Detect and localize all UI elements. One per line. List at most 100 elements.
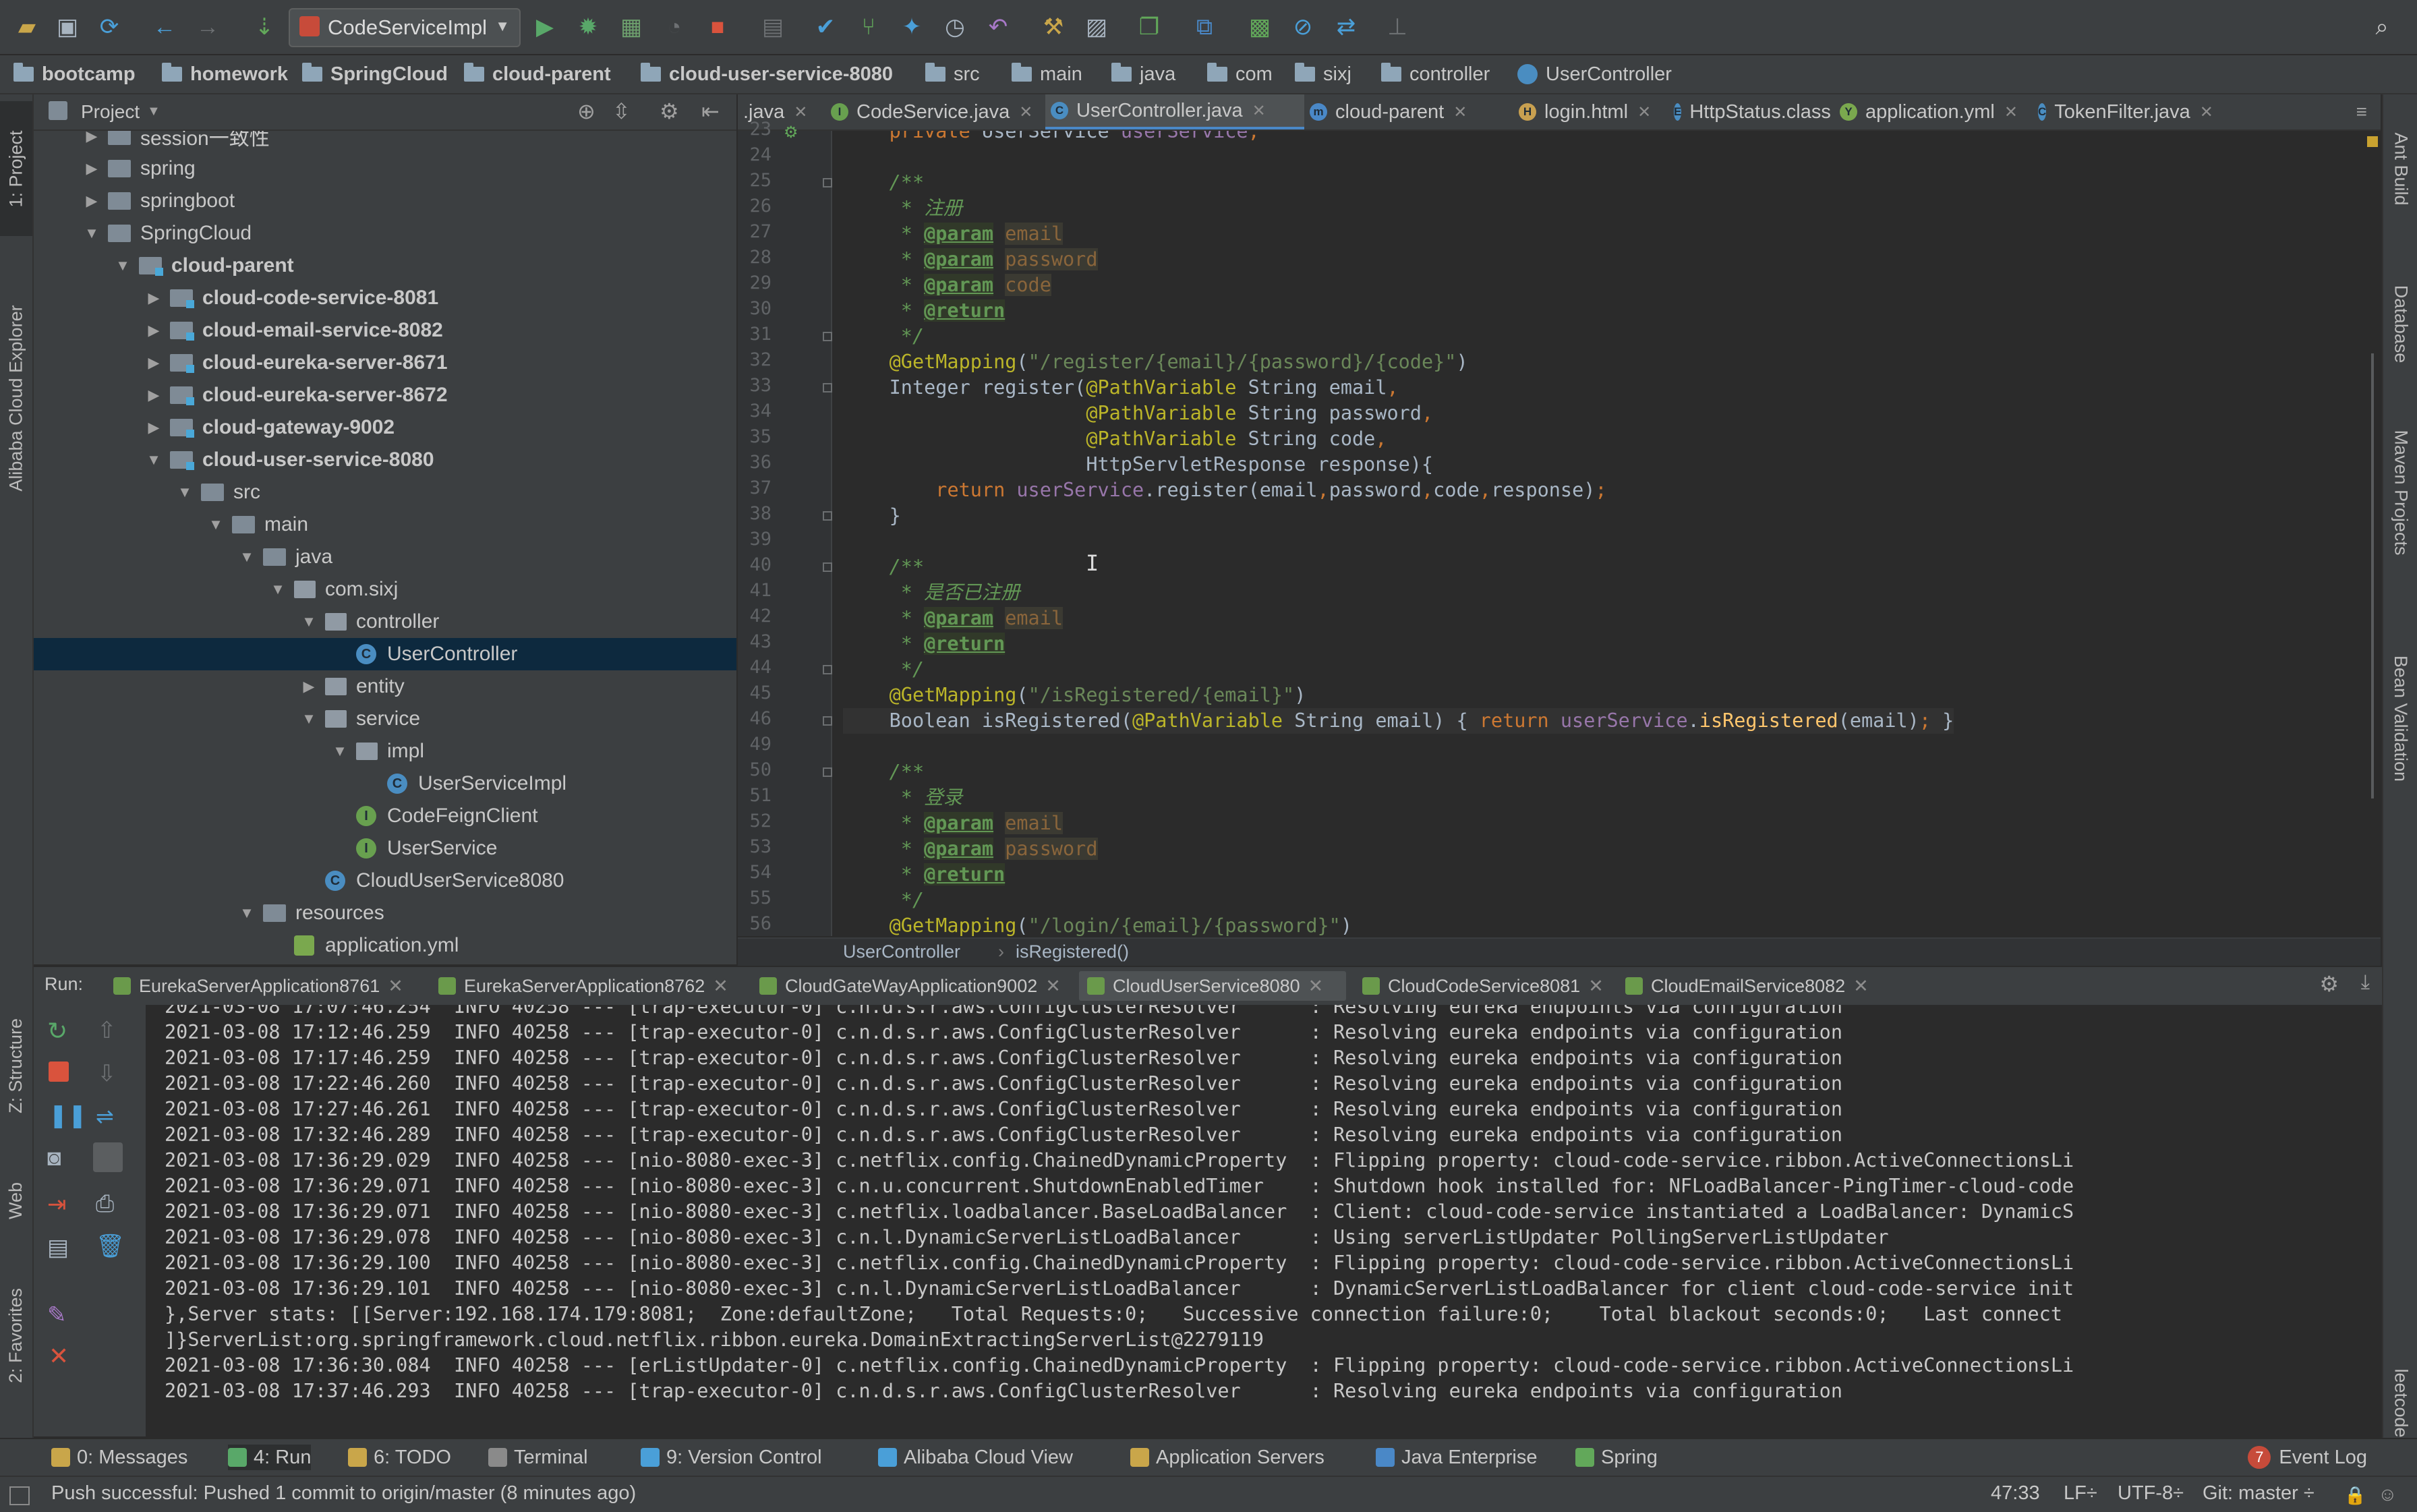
back-icon[interactable]: ← [150, 12, 179, 42]
tree-item[interactable]: ▼ java [34, 541, 736, 573]
scroll-down-icon[interactable]: ⇩ [97, 1060, 117, 1087]
collapsed-arrow-icon[interactable]: ▶ [82, 131, 101, 145]
tree-item[interactable]: ▼ main [34, 508, 736, 541]
editor-tab[interactable]: Yapplication.yml ✕ [1834, 94, 2033, 129]
tree-item[interactable]: I UserService [34, 832, 736, 865]
expanded-arrow-icon[interactable]: ▼ [330, 743, 349, 760]
tree-item[interactable]: ▼ impl [34, 735, 736, 767]
tool-window-button[interactable]: 4: Run [228, 1445, 312, 1470]
tab-right-tool[interactable]: Bean Validation [2383, 607, 2417, 830]
close-icon[interactable]: ✕ [2200, 103, 2213, 122]
tab-overflow-icon[interactable]: ≡ [2356, 101, 2367, 123]
editor-breadcrumb-method[interactable]: isRegistered() [1016, 941, 1129, 962]
close-icon[interactable]: ✕ [1019, 103, 1032, 122]
editor-scrollbar[interactable] [2371, 353, 2374, 798]
vcs-history-icon[interactable]: ◷ [940, 12, 970, 42]
settings-icon[interactable]: ⚒ [1039, 12, 1068, 42]
chevron-down-icon[interactable]: ▼ [147, 104, 161, 119]
collapsed-arrow-icon[interactable]: ▶ [144, 289, 163, 307]
collapsed-arrow-icon[interactable]: ▶ [144, 354, 163, 372]
tree-item[interactable]: ▶ springboot [34, 185, 736, 217]
lock-icon[interactable]: 🔒 [2344, 1485, 2366, 1506]
attach-icon[interactable]: ▤ [758, 12, 788, 42]
editor-tab[interactable]: Hlogin.html ✕ [1513, 94, 1668, 129]
expanded-arrow-icon[interactable]: ▼ [299, 710, 318, 728]
scroll-to-end-icon[interactable] [93, 1142, 123, 1172]
line-separator[interactable]: LF÷ [2064, 1482, 2097, 1505]
tree-item[interactable]: application.yml [34, 929, 736, 962]
tab-right-tool[interactable]: Maven Projects [2383, 405, 2417, 580]
tab-alibaba-cloud-explorer[interactable]: Alibaba Cloud Explorer [0, 256, 32, 540]
expanded-arrow-icon[interactable]: ▼ [237, 548, 256, 566]
search-everywhere-icon[interactable]: ⌕ [2367, 12, 2397, 42]
editor-tab[interactable]: C TokenFilter.java ✕ [2033, 94, 2213, 129]
vcs-commit-icon[interactable]: ⑂ [854, 12, 883, 42]
code-editor[interactable]: private UserService userService; /** * 注… [832, 131, 2364, 936]
tree-item[interactable]: ▼ cloud-parent [34, 250, 736, 282]
fold-icon[interactable] [823, 665, 832, 674]
tool-icon[interactable]: ⊥ [1382, 12, 1412, 42]
breadcrumb-item[interactable]: sixj [1295, 61, 1351, 88]
tree-item[interactable]: ▼ src [34, 476, 736, 508]
event-log-button[interactable]: 7 Event Log [2248, 1445, 2367, 1470]
tool-window-button[interactable]: Terminal [488, 1445, 588, 1470]
breadcrumb-item[interactable]: controller [1381, 61, 1490, 88]
close-icon[interactable]: ✕ [2004, 103, 2018, 122]
tool-window-button[interactable]: 0: Messages [51, 1445, 187, 1470]
run-tab[interactable]: CloudGateWayApplication9002 ✕ [751, 971, 1071, 1001]
collapsed-arrow-icon[interactable]: ▶ [144, 419, 163, 436]
collapse-icon[interactable]: ⇳ [612, 98, 631, 124]
rerun-icon[interactable]: ↻ [47, 1017, 67, 1045]
run-tab[interactable]: CloudCodeService8081 ✕ [1354, 971, 1609, 1001]
tree-item[interactable]: C UserServiceImpl [34, 767, 736, 800]
structure-icon[interactable]: ▨ [1082, 12, 1111, 42]
expanded-arrow-icon[interactable]: ▼ [237, 904, 256, 922]
tree-item[interactable]: ▼ cloud-user-service-8080 [34, 444, 736, 476]
tool-window-button[interactable]: Application Servers [1130, 1445, 1324, 1470]
build-icon[interactable]: ⇣ [250, 12, 279, 42]
breadcrumb-item[interactable]: SpringCloud [302, 61, 448, 88]
expanded-arrow-icon[interactable]: ▼ [206, 516, 225, 533]
tab-project[interactable]: 1: Project [0, 101, 32, 236]
tool-window-button[interactable]: 6: TODO [348, 1445, 451, 1470]
expanded-arrow-icon[interactable]: ▼ [82, 225, 101, 242]
fold-icon[interactable] [823, 767, 832, 777]
gear-icon[interactable]: ⚙ [660, 98, 679, 124]
close-icon[interactable]: ✕ [388, 976, 403, 997]
expanded-arrow-icon[interactable]: ▼ [175, 484, 194, 501]
tool-window-button[interactable]: Alibaba Cloud View [878, 1445, 1073, 1470]
tab-right-tool[interactable]: Database [2383, 256, 2417, 391]
tab-right-tool[interactable]: Ant Build [2383, 108, 2417, 229]
tree-item[interactable]: ▼ SpringCloud [34, 217, 736, 250]
profile-icon[interactable]: ◔ [660, 12, 689, 42]
chart-icon[interactable]: ▩ [1245, 12, 1275, 42]
editor-tab[interactable]: EHttpStatus.class✕ [1668, 94, 1854, 129]
no-icon[interactable]: ⊘ [1288, 12, 1318, 42]
trash-icon[interactable]: 🗑 [96, 1233, 125, 1260]
breadcrumb-item[interactable]: com [1207, 61, 1273, 88]
tree-item[interactable]: ▼ controller [34, 606, 736, 638]
editor-tab[interactable]: m cloud-parent ✕ [1304, 94, 1513, 129]
print-icon[interactable]: ⎙ [96, 1191, 114, 1217]
collapsed-arrow-icon[interactable]: ▶ [82, 160, 101, 177]
fold-icon[interactable] [823, 716, 832, 726]
fold-icon[interactable] [823, 562, 832, 572]
open-icon[interactable]: ▰ [12, 12, 42, 42]
tool-window-button[interactable]: Java Enterprise [1376, 1445, 1538, 1470]
hide-icon[interactable]: ⇤ [701, 98, 720, 124]
scroll-up-icon[interactable]: ⇧ [97, 1017, 117, 1044]
tree-item[interactable]: C CloudUserService8080 [34, 865, 736, 897]
collapsed-arrow-icon[interactable]: ▶ [144, 322, 163, 339]
camera-icon[interactable]: ◙ [47, 1145, 61, 1171]
close-icon[interactable]: ✕ [1588, 976, 1604, 997]
breadcrumb-item[interactable]: UserController [1517, 61, 1672, 88]
fold-icon[interactable] [823, 383, 832, 392]
close-icon[interactable]: ✕ [1045, 976, 1061, 997]
tab-favorites[interactable]: 2: Favorites [0, 1268, 32, 1403]
layout-icon[interactable]: ▤ [47, 1234, 69, 1261]
tree-item[interactable]: C UserController [34, 638, 736, 670]
translate-icon[interactable]: ⧉ [1190, 12, 1219, 42]
save-icon[interactable]: ▣ [53, 12, 82, 42]
hide-panel-icon[interactable]: ⤓ [2361, 971, 2370, 994]
editor-error-stripe[interactable] [2364, 131, 2381, 936]
